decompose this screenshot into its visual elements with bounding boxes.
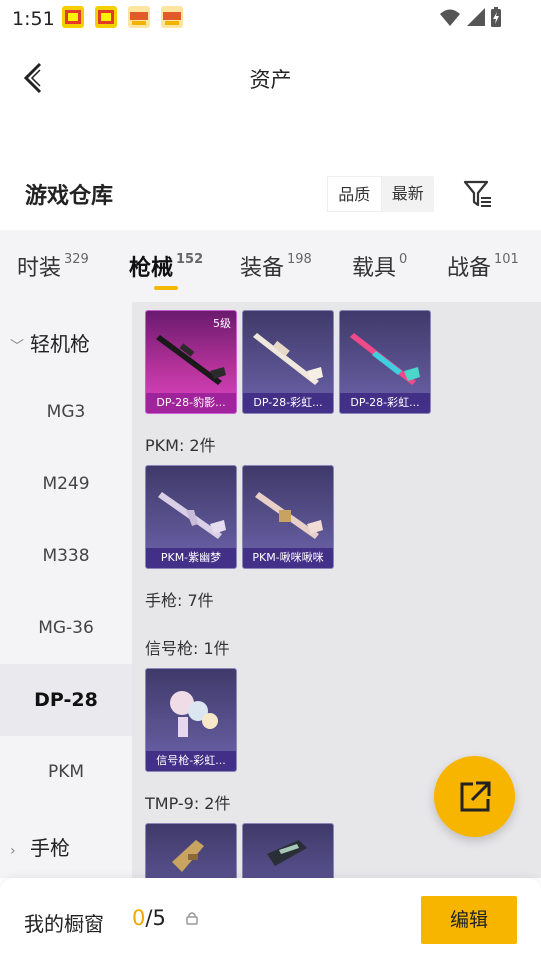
warehouse-title: 游戏仓库 (25, 184, 114, 209)
showcase-current: 0 (132, 906, 146, 930)
sidebar-group-lmg[interactable]: ﹀ 轻机枪 (10, 328, 90, 357)
tab-supplies[interactable]: 战备 101 (447, 250, 519, 282)
gun-icon (170, 691, 218, 737)
item-card[interactable]: PKM-紫幽梦 (145, 465, 237, 569)
tab-count: 0 (399, 252, 408, 267)
notification-icon (62, 6, 84, 28)
showcase-bar: 我的橱窗 0/5 编辑 (0, 878, 541, 962)
notification-icon (95, 6, 117, 28)
filter-button[interactable] (462, 178, 494, 210)
gun-icon (267, 840, 307, 866)
showcase-max: 5 (152, 906, 166, 930)
sort-quality-button[interactable]: 品质 (327, 176, 382, 212)
item-caption: PKM-紫幽梦 (146, 548, 236, 568)
status-bar: 1:51 (0, 0, 541, 38)
edit-button[interactable]: 编辑 (421, 896, 517, 944)
tab-count: 152 (176, 252, 204, 267)
sidebar-item-mg36[interactable]: MG-36 (0, 592, 132, 664)
tab-label: 时装 (17, 256, 62, 281)
section-label-flare: 信号枪: 1件 (145, 639, 230, 658)
gun-icon (158, 492, 226, 539)
sidebar-group-label: 手枪 (30, 836, 70, 860)
active-tab-indicator (154, 286, 178, 290)
item-caption: DP-28-彩虹... (243, 393, 333, 413)
chevron-right-icon: › (10, 843, 16, 859)
share-button[interactable] (434, 756, 515, 837)
sort-newest-button[interactable]: 最新 (382, 176, 435, 212)
battery-icon (491, 7, 501, 27)
gun-icon (172, 840, 204, 872)
wifi-icon (440, 9, 460, 26)
sort-toggle: 品质 最新 (327, 176, 434, 212)
sidebar-group-pistol[interactable]: › 手枪 (10, 832, 70, 861)
tab-fashion[interactable]: 时装 329 (17, 250, 89, 282)
item-caption: 信号枪-彩虹... (146, 751, 236, 771)
gun-icon (350, 333, 420, 385)
chevron-down-icon: ﹀ (10, 339, 24, 355)
share-external-icon (460, 781, 491, 812)
tab-label: 枪械 (129, 256, 174, 281)
showcase-count: 0/5 (132, 906, 166, 930)
status-time: 1:51 (12, 8, 55, 30)
sidebar-item-dp28[interactable]: DP-28 (0, 664, 132, 736)
item-caption: DP-28-彩虹... (340, 393, 430, 413)
tab-count: 198 (287, 252, 312, 267)
item-card[interactable] (145, 823, 237, 878)
gun-icon (255, 492, 323, 539)
sidebar-item-pkm[interactable]: PKM (0, 736, 132, 808)
section-label-pistol: 手枪: 7件 (145, 591, 214, 610)
tab-count: 329 (64, 252, 89, 267)
tab-label: 载具 (352, 256, 397, 281)
signal-icon (467, 8, 485, 26)
item-card[interactable]: DP-28-彩虹... (242, 310, 334, 414)
item-caption: DP-28-豹影... (146, 393, 236, 413)
app-header: 资产 (0, 38, 541, 118)
item-card[interactable]: 5级 DP-28-豹影... (145, 310, 237, 414)
notification-icon (161, 6, 183, 28)
item-level: 5级 (213, 317, 231, 330)
item-card[interactable]: 信号枪-彩虹... (145, 668, 237, 772)
filter-icon (463, 180, 491, 207)
sidebar-item-m338[interactable]: M338 (0, 520, 132, 592)
weapon-type-sidebar: ﹀ 轻机枪 MG3 M249 M338 MG-36 DP-28 PKM › 手枪 (0, 302, 132, 878)
lock-icon (186, 912, 198, 925)
sidebar-item-m249[interactable]: M249 (0, 448, 132, 520)
tab-label: 装备 (240, 256, 285, 281)
sidebar-item-mg3[interactable]: MG3 (0, 376, 132, 448)
tab-equipment[interactable]: 装备 198 (240, 250, 312, 282)
showcase-label: 我的橱窗 (24, 912, 104, 936)
tab-firearms[interactable]: 枪械 152 (129, 250, 203, 282)
tab-count: 101 (494, 252, 519, 267)
section-label-pkm: PKM: 2件 (145, 436, 216, 455)
item-caption: PKM-啾咪啾咪 (243, 548, 333, 568)
item-card[interactable] (242, 823, 334, 878)
item-card[interactable]: DP-28-彩虹... (339, 310, 431, 414)
page-title: 资产 (249, 68, 292, 92)
notification-icon (128, 6, 150, 28)
gun-icon (253, 333, 323, 385)
section-label-tmp9: TMP-9: 2件 (145, 794, 231, 813)
category-tabs: 时装 329 枪械 152 装备 198 载具 0 战备 101 (0, 230, 541, 302)
sidebar-group-label: 轻机枪 (30, 332, 90, 356)
tab-label: 战备 (447, 256, 492, 281)
tab-vehicles[interactable]: 载具 0 (352, 250, 407, 282)
item-card[interactable]: PKM-啾咪啾咪 (242, 465, 334, 569)
